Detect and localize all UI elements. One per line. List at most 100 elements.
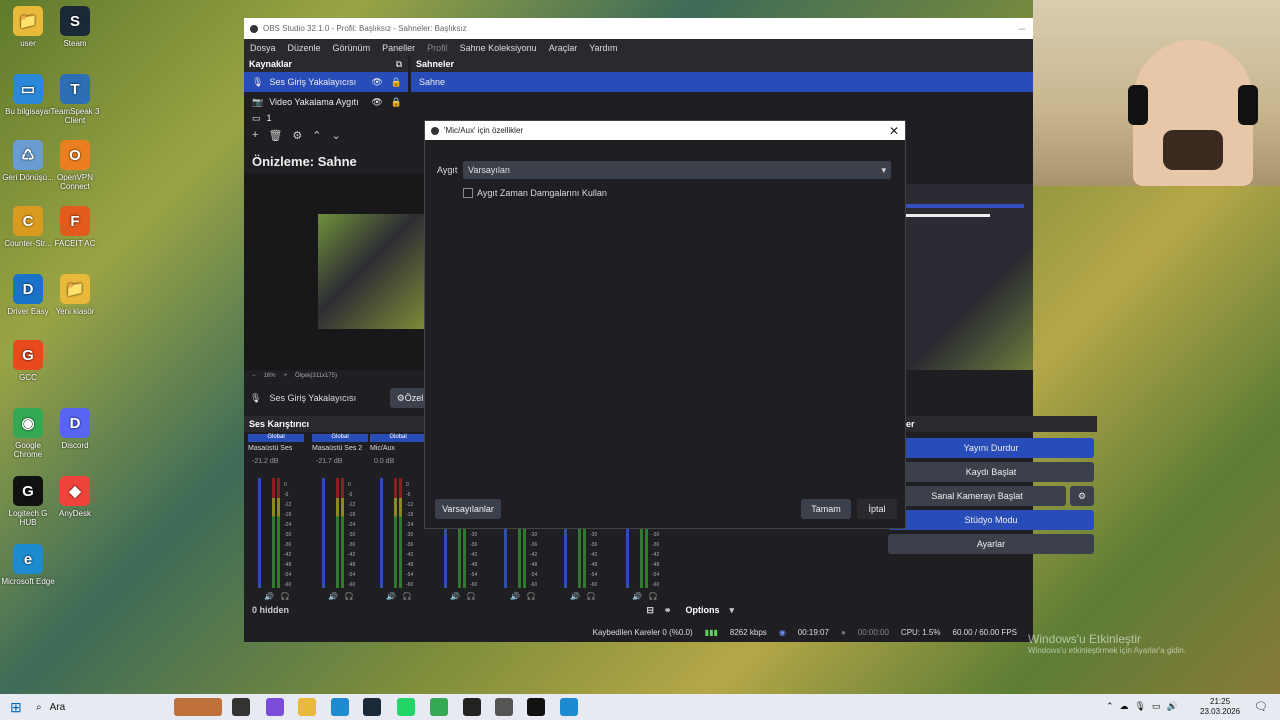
desktop-icon-openvpn-connect[interactable]: O OpenVPN Connect xyxy=(47,140,103,191)
timestamp-option[interactable]: Aygıt Zaman Damgalarını Kullan xyxy=(463,188,607,198)
lock-icon[interactable]: 🔒 xyxy=(391,97,402,108)
desktop-icon-anydesk[interactable]: ◆ AnyDesk xyxy=(47,476,103,518)
chevron-up-icon[interactable]: ⌃ xyxy=(1106,701,1114,712)
file-explorer-icon[interactable] xyxy=(298,698,316,716)
volume-slider[interactable] xyxy=(380,478,383,588)
record-time: 00:00:00 xyxy=(857,627,889,637)
meter-tick-label: -60 xyxy=(348,582,356,588)
source-item-1[interactable]: ▭ 1 xyxy=(244,112,408,124)
clock[interactable]: 21:25 23.03.2026 xyxy=(1200,697,1240,717)
desktop-icon-steam[interactable]: S Steam xyxy=(47,6,103,48)
meter-tick-label: -18 xyxy=(406,512,414,518)
channel-volume-db: -21.2 dB xyxy=(252,458,279,465)
scenes-header: Sahneler xyxy=(411,56,1033,72)
menu-item[interactable]: Düzenle xyxy=(282,43,327,53)
menu-item[interactable]: Yardım xyxy=(583,43,623,53)
cloud-icon[interactable]: ☁ xyxy=(1120,701,1129,712)
system-tray: ⌃ ☁ 🎙 ▭ 🔊 xyxy=(1106,701,1178,712)
desktop-icon-label: Microsoft Edge xyxy=(1,577,55,586)
scene-item[interactable]: Sahne xyxy=(411,72,1033,92)
control-button[interactable]: Sanal Kamerayı Başlat xyxy=(888,486,1066,506)
undock-icon[interactable]: ⧉ xyxy=(396,59,402,70)
chevron-down-icon[interactable]: ▾ xyxy=(729,605,734,616)
control-label: Ayarlar xyxy=(976,539,1006,549)
gear-icon[interactable]: ⚙ xyxy=(292,129,302,142)
source-item-video[interactable]: 📷 Video Yakalama Aygıtı 👁 🔒 xyxy=(244,92,408,112)
store-icon[interactable] xyxy=(331,698,349,716)
visibility-eye-icon[interactable]: 👁 xyxy=(371,97,382,108)
meter-tick-label: -30 xyxy=(470,532,478,538)
meter-tick-label: -18 xyxy=(284,512,292,518)
context-source-label: Ses Giriş Yakalayıcısı xyxy=(269,393,357,403)
control-button[interactable]: Ayarlar xyxy=(888,534,1094,554)
meter-tick-label: 0 xyxy=(284,482,287,488)
menu-item[interactable]: Sahne Koleksiyonu xyxy=(454,43,543,53)
cancel-button[interactable]: İptal xyxy=(857,499,897,519)
microphone-icon[interactable]: 🎙 xyxy=(1135,701,1146,712)
source-item-mic[interactable]: 🎙 Ses Giriş Yakalayıcısı 👁 🔒 xyxy=(244,72,408,92)
channel-name: Masaüstü Ses xyxy=(248,445,293,452)
layout-icon[interactable]: ⊟ xyxy=(646,605,654,616)
menu-item[interactable]: Görünüm xyxy=(327,43,377,53)
menu-item[interactable]: Paneller xyxy=(376,43,421,53)
trash-icon[interactable]: 🗑 xyxy=(268,129,282,142)
desktop-icon-teamspeak-3-client[interactable]: T TeamSpeak 3 Client xyxy=(47,74,103,125)
meter-tick-label: -30 xyxy=(590,532,598,538)
meter-tick-label: -60 xyxy=(530,582,538,588)
task-view-icon[interactable] xyxy=(232,698,250,716)
record-icon: ● xyxy=(840,627,846,637)
defaults-button[interactable]: Varsayılanlar xyxy=(435,499,501,519)
menu-item[interactable]: Araçlar xyxy=(543,43,584,53)
zoom-out-icon[interactable]: − xyxy=(252,373,256,379)
scene-label: Sahne xyxy=(419,77,446,87)
copilot-icon[interactable] xyxy=(266,698,284,716)
chrome-icon[interactable] xyxy=(430,698,448,716)
sources-header: Kaynaklar ⧉ xyxy=(244,56,408,72)
edge-icon[interactable] xyxy=(560,698,578,716)
add-icon[interactable]: + xyxy=(252,129,258,141)
gear-icon[interactable]: ⚙ xyxy=(1070,486,1094,506)
volume-slider[interactable] xyxy=(322,478,325,588)
windows-start-icon[interactable]: ⊞ xyxy=(10,699,22,716)
menu-item[interactable]: Dosya xyxy=(244,43,282,53)
visibility-eye-icon[interactable]: 👁 xyxy=(371,77,382,88)
preview-canvas[interactable] xyxy=(244,174,424,370)
properties-label: Özel xyxy=(404,393,424,403)
meter-tick-label: -6 xyxy=(284,492,289,498)
preview-thumbnail xyxy=(318,214,424,329)
steam-icon[interactable] xyxy=(363,698,381,716)
control-button[interactable]: Yayını Durdur xyxy=(888,438,1094,458)
options-button[interactable]: Options xyxy=(685,605,719,615)
up-arrow-icon[interactable]: ⌃ xyxy=(312,129,321,142)
control-button[interactable]: Kaydı Başlat xyxy=(888,462,1094,482)
preview-zoom-bar: − 16% + Ölçek(311x175) xyxy=(244,370,432,382)
obs-icon[interactable] xyxy=(463,698,481,716)
news-widget-icon[interactable] xyxy=(174,698,222,716)
zoom-in-icon[interactable]: + xyxy=(284,373,288,379)
ok-button[interactable]: Tamam xyxy=(801,499,851,519)
desktop-icon-microsoft-edge[interactable]: e Microsoft Edge xyxy=(0,544,56,586)
minimize-icon[interactable]: – xyxy=(1019,23,1025,35)
lock-icon[interactable]: 🔒 xyxy=(391,77,402,88)
device-select[interactable]: Varsayılan ▾ xyxy=(463,161,891,179)
close-icon[interactable]: ✕ xyxy=(889,124,899,138)
meter-tick-label: -54 xyxy=(348,572,356,578)
logitech-icon[interactable] xyxy=(527,698,545,716)
desktop-icon-gcc[interactable]: G GCC xyxy=(0,340,56,382)
down-arrow-icon[interactable]: ⌄ xyxy=(332,129,341,142)
control-button[interactable]: Stüdyo Modu xyxy=(888,510,1094,530)
volume-icon[interactable]: 🔊 xyxy=(1167,701,1178,712)
notifications-icon[interactable]: 🗨 xyxy=(1254,700,1268,713)
meter-tick-label: -6 xyxy=(348,492,353,498)
menu-item[interactable]: Profil xyxy=(421,43,454,53)
network-icon[interactable]: ▭ xyxy=(1152,701,1161,712)
desktop-icon-discord[interactable]: D Discord xyxy=(47,408,103,450)
settings-icon[interactable] xyxy=(495,698,513,716)
link-icon[interactable]: ⚭ xyxy=(664,605,672,616)
timestamp-checkbox[interactable] xyxy=(463,188,473,198)
whatsapp-icon[interactable] xyxy=(397,698,415,716)
volume-slider[interactable] xyxy=(258,478,261,588)
desktop-icon-faceit-ac[interactable]: F FACEIT AC xyxy=(47,206,103,248)
app-icon: G xyxy=(13,476,43,506)
desktop-icon-yeni-klas-r[interactable]: 📁 Yeni klasör xyxy=(47,274,103,316)
